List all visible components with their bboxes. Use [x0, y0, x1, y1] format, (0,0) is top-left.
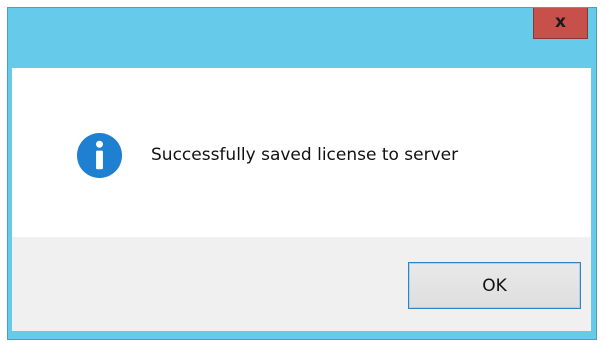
- info-icon: [76, 132, 123, 179]
- title-bar[interactable]: x: [8, 8, 596, 68]
- button-bar: OK: [12, 237, 591, 331]
- dialog-message: Successfully saved license to server: [151, 145, 459, 165]
- message-dialog: x Successfully saved license to server O…: [7, 7, 597, 340]
- ok-button[interactable]: OK: [408, 262, 581, 309]
- close-button[interactable]: x: [533, 8, 588, 39]
- dialog-content: Successfully saved license to server: [12, 68, 591, 237]
- close-icon: x: [555, 12, 566, 32]
